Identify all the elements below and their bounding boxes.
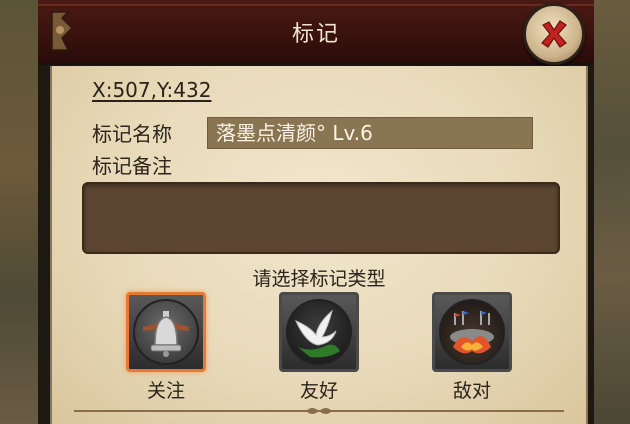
background-world-left [0, 0, 42, 424]
dialog-body: X:507,Y:432 标记名称 落墨点清颜° Lv.6 标记备注 请选择标记类… [50, 66, 588, 424]
close-x-icon [541, 20, 567, 48]
dove-icon [286, 299, 352, 365]
mark-type-hostile[interactable]: 敌对 [427, 292, 517, 403]
dialog-title: 标记 [291, 22, 340, 47]
mark-type-frame [279, 292, 359, 372]
mark-type-follow[interactable]: 关注 [121, 292, 211, 403]
location-coords-link[interactable]: X:507,Y:432 [92, 78, 211, 102]
mark-name-label: 标记名称 [92, 122, 172, 146]
mark-type-friendly-label: 友好 [299, 380, 338, 402]
mark-dialog: 标记 X:507,Y:432 标记名称 落墨点清颜° Lv.6 标记备注 请选择… [38, 0, 594, 424]
battle-icon [439, 299, 505, 365]
mark-type-frame [432, 292, 512, 372]
mark-note-input[interactable] [82, 182, 560, 254]
mark-name-input[interactable]: 落墨点清颜° Lv.6 [207, 117, 533, 149]
mark-type-follow-label: 关注 [146, 380, 185, 402]
mark-type-hostile-label: 敌对 [452, 380, 491, 402]
mark-note-label: 标记备注 [92, 154, 172, 178]
divider-ornament-icon [306, 408, 332, 414]
close-button[interactable] [523, 3, 585, 65]
title-bar: 标记 [38, 0, 594, 65]
mark-type-frame [126, 292, 206, 372]
bell-icon [133, 299, 199, 365]
mark-type-prompt: 请选择标记类型 [252, 268, 386, 290]
title-bar-trim [38, 4, 594, 6]
mark-type-friendly[interactable]: 友好 [274, 292, 364, 403]
background-world-right [588, 0, 630, 424]
